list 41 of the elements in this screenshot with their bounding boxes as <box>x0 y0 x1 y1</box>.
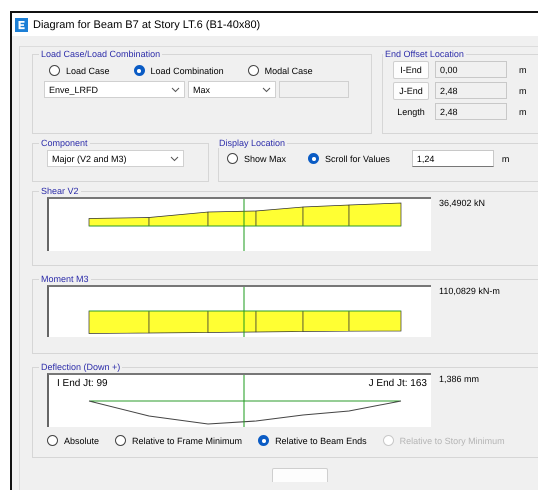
field-label: Length <box>396 106 426 116</box>
type-dropdown[interactable]: Max <box>188 81 276 98</box>
value-label: 1,386 mm <box>439 374 480 384</box>
radio-button[interactable]: Relative to Beam Ends <box>258 435 367 446</box>
group-title: Deflection (Down +) <box>40 362 122 372</box>
unit-label: m <box>519 86 526 96</box>
value-label: 110,0829 kN-m <box>439 286 500 296</box>
end-button[interactable]: J-End <box>393 82 429 100</box>
unit-label: m <box>519 106 526 116</box>
offset-field[interactable]: 0,00 <box>435 61 507 78</box>
app-logo-icon <box>15 18 28 32</box>
group-title: Component <box>40 138 89 148</box>
group-title: Load Case/Load Combination <box>40 49 162 59</box>
radio-button[interactable]: Relative to Frame Minimum <box>115 435 242 446</box>
end-button[interactable]: I-End <box>393 60 429 78</box>
radio-button[interactable]: Absolute <box>47 435 100 446</box>
group-title: Display Location <box>218 138 286 148</box>
group-title: Shear V2 <box>40 186 80 196</box>
radio-button[interactable]: Scroll for Values <box>308 153 390 164</box>
radio-button[interactable]: Show Max <box>227 153 286 164</box>
unit-label: m <box>519 64 526 74</box>
component-dropdown[interactable]: Major (V2 and M3) <box>47 150 184 167</box>
radio-button[interactable]: Modal Case <box>248 65 313 76</box>
unit-label: m <box>502 154 510 164</box>
radio-button[interactable]: Load Combination <box>134 65 224 76</box>
group-title: Moment M3 <box>40 274 90 284</box>
joint-label: J End Jt: 163 <box>368 378 427 389</box>
joint-label: I End Jt: 99 <box>57 378 108 389</box>
group-title: End Offset Location <box>384 49 465 59</box>
chevron-down-icon <box>170 156 179 162</box>
radio-button[interactable]: Load Case <box>49 65 110 76</box>
chevron-down-icon <box>262 86 271 92</box>
input-field[interactable] <box>279 81 349 98</box>
chevron-down-icon <box>171 86 180 92</box>
combination-dropdown[interactable]: Enve_LRFD <box>44 81 185 98</box>
offset-field[interactable]: 2,48 <box>435 103 507 120</box>
dialog-button[interactable] <box>272 468 328 482</box>
window-title: Diagram for Beam B7 at Story LT.6 (B1-40x80) <box>33 18 260 30</box>
location-field[interactable]: 1,24 <box>412 150 494 167</box>
value-label: 36,4902 kN <box>439 198 486 208</box>
offset-field[interactable]: 2,48 <box>435 82 507 99</box>
